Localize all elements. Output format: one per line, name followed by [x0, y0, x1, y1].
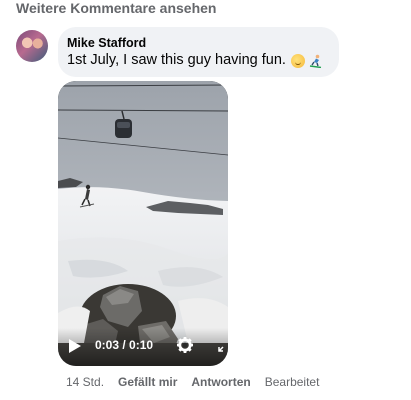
view-more-comments-link[interactable]: Weitere Kommentare ansehen	[16, 0, 216, 16]
comment-text-row: 1st July, I saw this guy having fun.	[67, 51, 327, 70]
gear-icon[interactable]	[175, 335, 195, 355]
video-frame	[58, 81, 228, 366]
expand-icon[interactable]	[218, 342, 228, 352]
like-button[interactable]: Gefällt mir	[118, 375, 177, 389]
video-controls: 0:03 / 0:10	[58, 328, 228, 366]
comment-actions: 14 Std. Gefällt mir Antworten Bearbeitet	[66, 375, 319, 389]
skier-emoji	[309, 54, 323, 68]
video-time: 0:03 / 0:10	[95, 338, 154, 352]
comment-bubble: Mike Stafford 1st July, I saw this guy h…	[58, 27, 339, 77]
comment-author[interactable]: Mike Stafford	[67, 36, 327, 51]
edited-label: Bearbeitet	[264, 375, 320, 389]
comment-timestamp[interactable]: 14 Std.	[66, 375, 104, 389]
comment-video[interactable]: 0:03 / 0:10	[58, 81, 228, 366]
avatar[interactable]	[16, 30, 48, 62]
slightly-smiling-face-emoji	[290, 53, 305, 68]
reply-button[interactable]: Antworten	[191, 375, 250, 389]
comment-text: 1st July, I saw this guy having fun.	[67, 52, 286, 68]
play-icon[interactable]	[68, 338, 82, 354]
